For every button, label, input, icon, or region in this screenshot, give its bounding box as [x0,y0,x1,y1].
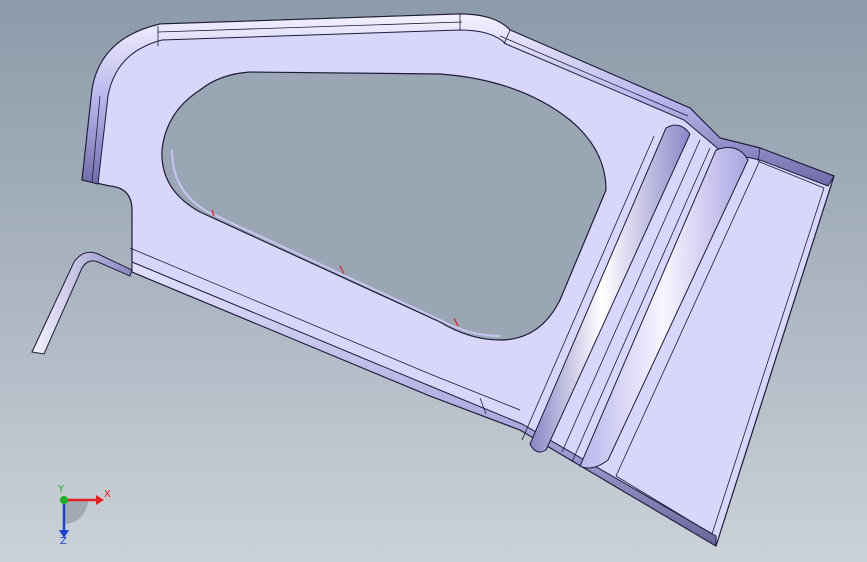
bent-tab[interactable] [31,251,133,355]
triad-x-label: X [104,489,111,500]
triad-y-label: Y [57,484,65,495]
triad-z-label: Z [60,536,67,547]
coordinate-triad-icon: X Y Z [57,484,111,547]
graphics-viewport[interactable]: X Y Z [0,0,867,562]
